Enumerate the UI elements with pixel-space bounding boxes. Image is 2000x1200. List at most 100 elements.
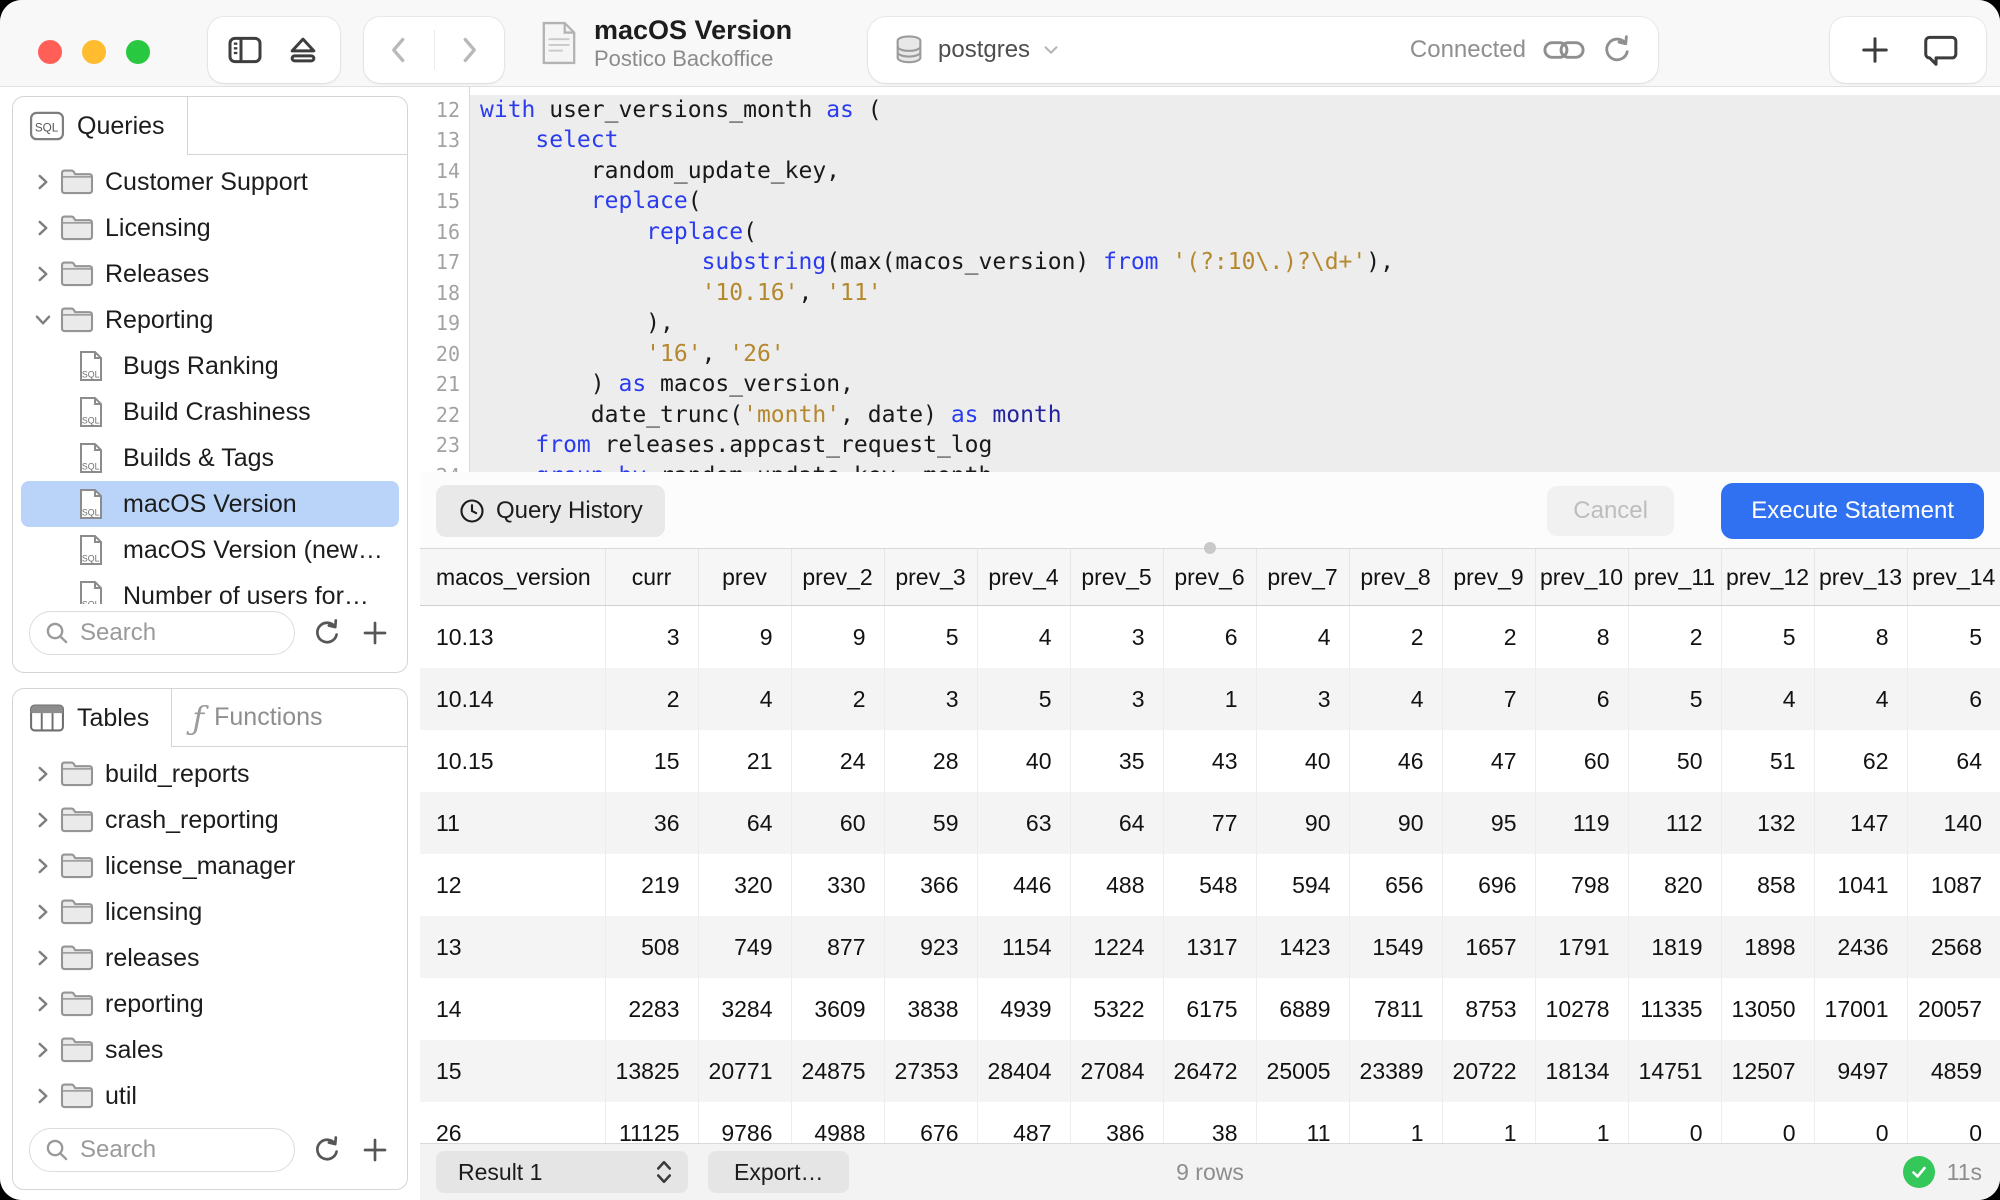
table-cell[interactable]: 7 <box>1442 668 1535 730</box>
table-cell[interactable]: 5 <box>884 606 977 669</box>
queries-search-input[interactable]: Search <box>29 611 295 655</box>
sidebar-item-util[interactable]: util <box>21 1073 399 1119</box>
sidebar-item-releases[interactable]: releases <box>21 935 399 981</box>
table-cell[interactable]: 140 <box>1907 792 2000 854</box>
forward-button[interactable] <box>451 32 487 68</box>
column-header-prev-3[interactable]: prev_3 <box>884 549 977 606</box>
chevron-right-icon[interactable] <box>27 993 59 1015</box>
table-cell[interactable]: 11335 <box>1628 978 1721 1040</box>
table-cell[interactable]: 13825 <box>605 1040 698 1102</box>
table-cell[interactable]: 1549 <box>1349 916 1442 978</box>
code-line-22[interactable]: 22 date_trunc('month', date) as month <box>420 400 2000 431</box>
column-header-curr[interactable]: curr <box>605 549 698 606</box>
table-cell[interactable]: 5 <box>1628 668 1721 730</box>
table-row[interactable]: 10.14242353134765446 <box>420 668 2000 730</box>
table-cell[interactable]: 64 <box>1070 792 1163 854</box>
sidebar-item-bugs-ranking[interactable]: SQLBugs Ranking <box>21 343 399 389</box>
column-header-prev-13[interactable]: prev_13 <box>1814 549 1907 606</box>
table-cell[interactable]: 10.13 <box>420 606 605 669</box>
table-cell[interactable]: 10.15 <box>420 730 605 792</box>
sidebar-item-sales[interactable]: sales <box>21 1027 399 1073</box>
table-cell[interactable]: 798 <box>1535 854 1628 916</box>
database-selector[interactable]: postgres <box>938 36 1030 64</box>
table-cell[interactable]: 9786 <box>698 1102 791 1144</box>
chevron-right-icon[interactable] <box>27 901 59 923</box>
table-cell[interactable]: 20771 <box>698 1040 791 1102</box>
table-cell[interactable]: 62 <box>1814 730 1907 792</box>
table-cell[interactable]: 12 <box>420 854 605 916</box>
sidebar-item-customer-support[interactable]: Customer Support <box>21 159 399 205</box>
sql-editor[interactable]: 1112with user_versions_month as (13 sele… <box>420 87 2000 472</box>
code-line-14[interactable]: 14 random_update_key, <box>420 156 2000 187</box>
table-cell[interactable]: 1 <box>1535 1102 1628 1144</box>
zoom-button[interactable] <box>126 40 150 64</box>
table-cell[interactable]: 8 <box>1535 606 1628 669</box>
tab-queries[interactable]: SQL Queries <box>13 97 188 155</box>
chevron-right-icon[interactable] <box>27 1039 59 1061</box>
new-item-button[interactable] <box>1857 32 1893 68</box>
table-cell[interactable]: 0 <box>1814 1102 1907 1144</box>
table-cell[interactable]: 12507 <box>1721 1040 1814 1102</box>
close-button[interactable] <box>38 40 62 64</box>
table-cell[interactable]: 1 <box>1442 1102 1535 1144</box>
minimize-button[interactable] <box>82 40 106 64</box>
table-cell[interactable]: 147 <box>1814 792 1907 854</box>
code-line-11[interactable]: 11 <box>420 87 2000 95</box>
table-cell[interactable]: 1657 <box>1442 916 1535 978</box>
code-line-18[interactable]: 18 '10.16', '11' <box>420 278 2000 309</box>
table-cell[interactable]: 9497 <box>1814 1040 1907 1102</box>
table-cell[interactable]: 1041 <box>1814 854 1907 916</box>
table-cell[interactable]: 15 <box>420 1040 605 1102</box>
tables-search-input[interactable]: Search <box>29 1128 295 1172</box>
table-cell[interactable]: 594 <box>1256 854 1349 916</box>
table-cell[interactable]: 15 <box>605 730 698 792</box>
chevron-down-icon[interactable] <box>1040 39 1062 61</box>
cancel-button[interactable]: Cancel <box>1547 486 1674 536</box>
table-cell[interactable]: 27084 <box>1070 1040 1163 1102</box>
table-cell[interactable]: 8 <box>1814 606 1907 669</box>
table-cell[interactable]: 40 <box>1256 730 1349 792</box>
table-cell[interactable]: 36 <box>605 792 698 854</box>
table-cell[interactable]: 4939 <box>977 978 1070 1040</box>
queries-add-button[interactable] <box>359 617 391 649</box>
sidebar-item-build-reports[interactable]: build_reports <box>21 751 399 797</box>
table-row[interactable]: 1350874987792311541224131714231549165717… <box>420 916 2000 978</box>
table-cell[interactable]: 4 <box>1256 606 1349 669</box>
table-cell[interactable]: 1819 <box>1628 916 1721 978</box>
table-cell[interactable]: 1423 <box>1256 916 1349 978</box>
table-cell[interactable]: 386 <box>1070 1102 1163 1144</box>
table-cell[interactable]: 10.14 <box>420 668 605 730</box>
sidebar-item-releases[interactable]: Releases <box>21 251 399 297</box>
chevron-right-icon[interactable] <box>27 855 59 877</box>
table-cell[interactable]: 0 <box>1628 1102 1721 1144</box>
table-cell[interactable]: 90 <box>1349 792 1442 854</box>
table-cell[interactable]: 2283 <box>605 978 698 1040</box>
table-cell[interactable]: 38 <box>1163 1102 1256 1144</box>
table-cell[interactable]: 2568 <box>1907 916 2000 978</box>
table-cell[interactable]: 1 <box>1163 668 1256 730</box>
table-row[interactable]: 1221932033036644648854859465669679882085… <box>420 854 2000 916</box>
column-header-prev[interactable]: prev <box>698 549 791 606</box>
table-cell[interactable]: 3 <box>1070 606 1163 669</box>
table-cell[interactable]: 2436 <box>1814 916 1907 978</box>
table-cell[interactable]: 0 <box>1721 1102 1814 1144</box>
table-cell[interactable]: 923 <box>884 916 977 978</box>
sidebar-item-macos-version[interactable]: SQLmacOS Version <box>21 481 399 527</box>
code-line-15[interactable]: 15 replace( <box>420 186 2000 217</box>
table-cell[interactable]: 4 <box>977 606 1070 669</box>
table-cell[interactable]: 3284 <box>698 978 791 1040</box>
tables-refresh-button[interactable] <box>311 1134 343 1166</box>
column-header-prev-2[interactable]: prev_2 <box>791 549 884 606</box>
table-cell[interactable]: 488 <box>1070 854 1163 916</box>
table-cell[interactable]: 2 <box>1442 606 1535 669</box>
table-cell[interactable]: 26 <box>420 1102 605 1144</box>
tab-tables[interactable]: Tables <box>13 689 172 747</box>
table-cell[interactable]: 330 <box>791 854 884 916</box>
column-header-prev-7[interactable]: prev_7 <box>1256 549 1349 606</box>
table-cell[interactable]: 4859 <box>1907 1040 2000 1102</box>
table-cell[interactable]: 7811 <box>1349 978 1442 1040</box>
table-cell[interactable]: 656 <box>1349 854 1442 916</box>
table-cell[interactable]: 11 <box>420 792 605 854</box>
table-cell[interactable]: 112 <box>1628 792 1721 854</box>
table-cell[interactable]: 20722 <box>1442 1040 1535 1102</box>
